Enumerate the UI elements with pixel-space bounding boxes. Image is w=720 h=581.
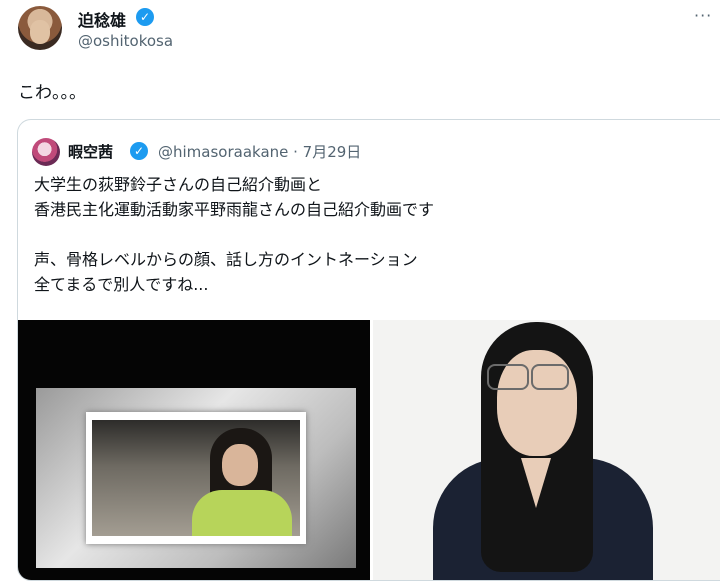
media-thumbnail-right[interactable] [373, 320, 720, 580]
video-still-student [92, 420, 300, 536]
quoted-text-line: 大学生の荻野鈴子さんの自己紹介動画と [34, 175, 323, 194]
quoted-author-name: 暇空茜 [68, 143, 114, 161]
avatar-face [30, 20, 50, 44]
quoted-text-line: 声、骨格レベルからの顔、話し方のイントネーション [34, 250, 418, 269]
quoted-author-avatar [32, 138, 60, 166]
quoted-text-line: 全てまるで別人ですね... [34, 275, 209, 294]
quoted-tweet-text: 大学生の荻野鈴子さんの自己紹介動画と 香港民主化運動活動家平野雨龍さんの自己紹介… [34, 172, 714, 297]
author-name[interactable]: 迫稔雄 [78, 7, 126, 31]
quoted-tweet-card[interactable]: 暇空茜 ✓ @himasoraakane · 7月29日 大学生の荻野鈴子さんの… [17, 119, 720, 581]
tweet-text: こわ。。。 [18, 83, 86, 103]
video-frame-border [36, 388, 356, 568]
verified-badge-icon: ✓ [136, 8, 154, 26]
figure-face [222, 444, 258, 486]
more-options-icon[interactable]: ··· [694, 6, 712, 25]
quoted-text-line: 香港民主化運動活動家平野雨龍さんの自己紹介動画です [34, 200, 435, 219]
quoted-verified-badge-icon: ✓ [130, 142, 148, 160]
media-thumbnail-left[interactable] [18, 320, 370, 580]
glasses-left-lens [487, 364, 529, 390]
quoted-author-handle-date: @himasoraakane · 7月29日 [158, 143, 362, 161]
glasses-right-lens [531, 364, 569, 390]
figure-shirt [192, 490, 292, 536]
author-avatar[interactable] [18, 6, 62, 50]
author-handle[interactable]: @oshitokosa [78, 32, 173, 50]
video-frame-mat [86, 412, 306, 544]
